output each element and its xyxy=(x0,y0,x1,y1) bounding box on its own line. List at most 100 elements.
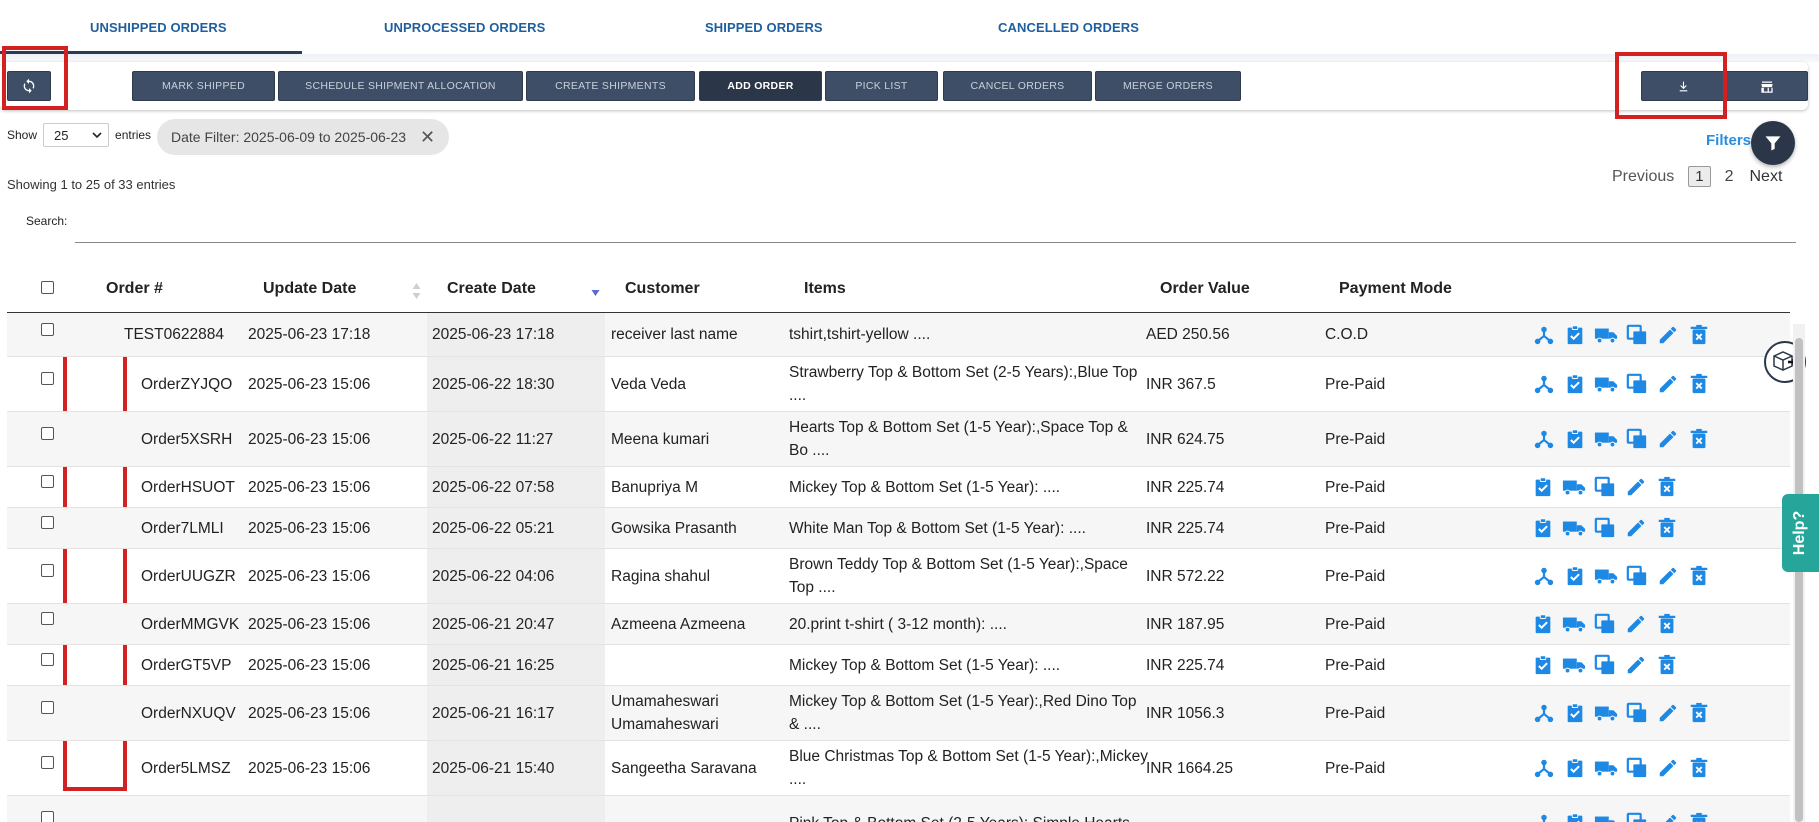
mark-shipped-icon[interactable] xyxy=(1531,653,1555,677)
allocate-icon[interactable] xyxy=(1532,564,1556,588)
page-button-1[interactable]: 1 xyxy=(1688,166,1711,187)
allocate-icon[interactable] xyxy=(1532,372,1556,396)
delete-icon[interactable] xyxy=(1655,516,1679,540)
tab-unprocessed-orders[interactable]: UNPROCESSED ORDERS xyxy=(384,20,545,35)
truck-icon[interactable] xyxy=(1594,427,1618,451)
truck-icon[interactable] xyxy=(1562,475,1586,499)
mark-shipped-icon[interactable] xyxy=(1563,323,1587,347)
row-checkbox[interactable] xyxy=(41,475,54,488)
mark-shipped-icon[interactable] xyxy=(1563,372,1587,396)
next-page-button[interactable]: Next xyxy=(1750,168,1783,186)
mark-shipped-icon[interactable] xyxy=(1563,427,1587,451)
table-row[interactable]: OrderHSUOT 2025-06-23 15:06 2025-06-22 07:… xyxy=(7,467,1790,508)
delete-icon[interactable] xyxy=(1687,564,1711,588)
copy-icon[interactable] xyxy=(1593,653,1617,677)
row-checkbox[interactable] xyxy=(41,427,54,440)
row-checkbox[interactable] xyxy=(41,564,54,577)
delete-icon[interactable] xyxy=(1687,427,1711,451)
edit-icon[interactable] xyxy=(1656,427,1680,451)
edit-icon[interactable] xyxy=(1624,612,1648,636)
allocate-icon[interactable] xyxy=(1532,427,1556,451)
table-row[interactable]: OrderMMGVK 2025-06-23 15:06 2025-06-21 20:… xyxy=(7,604,1790,645)
table-row[interactable]: Order7LMLI 2025-06-23 15:06 2025-06-22 05:… xyxy=(7,508,1790,549)
delete-icon[interactable] xyxy=(1687,811,1711,822)
table-row[interactable]: TEST0622884 2025-06-23 17:18 2025-06-23 17… xyxy=(7,313,1790,357)
copy-icon[interactable] xyxy=(1625,427,1649,451)
edit-icon[interactable] xyxy=(1656,811,1680,822)
download-button[interactable] xyxy=(1641,71,1725,101)
edit-icon[interactable] xyxy=(1656,564,1680,588)
truck-icon[interactable] xyxy=(1594,701,1618,725)
previous-page-button[interactable]: Previous xyxy=(1612,168,1674,186)
mark-shipped-icon[interactable] xyxy=(1563,811,1587,822)
close-icon[interactable]: ✕ xyxy=(420,127,435,148)
delete-icon[interactable] xyxy=(1655,612,1679,636)
scrollbar-thumb[interactable] xyxy=(1795,338,1803,822)
delete-icon[interactable] xyxy=(1687,323,1711,347)
mark-shipped-icon[interactable] xyxy=(1531,516,1555,540)
tab-cancelled-orders[interactable]: CANCELLED ORDERS xyxy=(998,20,1139,35)
truck-icon[interactable] xyxy=(1594,756,1618,780)
column-payment-mode[interactable]: Payment Mode xyxy=(1339,280,1452,298)
truck-icon[interactable] xyxy=(1594,323,1618,347)
mark-shipped-icon[interactable] xyxy=(1563,701,1587,725)
row-checkbox[interactable] xyxy=(41,811,54,822)
edit-icon[interactable] xyxy=(1656,372,1680,396)
truck-icon[interactable] xyxy=(1562,516,1586,540)
filter-button[interactable] xyxy=(1751,121,1795,165)
truck-icon[interactable] xyxy=(1594,564,1618,588)
row-checkbox[interactable] xyxy=(41,653,54,666)
truck-icon[interactable] xyxy=(1594,372,1618,396)
filters-link[interactable]: Filters xyxy=(1706,132,1751,149)
copy-icon[interactable] xyxy=(1625,756,1649,780)
allocate-icon[interactable] xyxy=(1532,323,1556,347)
allocate-icon[interactable] xyxy=(1532,811,1556,822)
merge-orders-button[interactable]: MERGE ORDERS xyxy=(1095,71,1241,101)
column-create-date[interactable]: Create Date xyxy=(447,280,536,298)
table-row[interactable]: OrderGT5VP 2025-06-23 15:06 2025-06-21 16:… xyxy=(7,645,1790,686)
tab-unshipped-orders[interactable]: UNSHIPPED ORDERS xyxy=(90,20,227,35)
delete-icon[interactable] xyxy=(1655,653,1679,677)
add-order-button[interactable]: ADD ORDER xyxy=(699,71,822,101)
row-checkbox[interactable] xyxy=(41,372,54,385)
truck-icon[interactable] xyxy=(1562,653,1586,677)
edit-icon[interactable] xyxy=(1624,475,1648,499)
row-checkbox[interactable] xyxy=(41,612,54,625)
delete-icon[interactable] xyxy=(1687,701,1711,725)
column-update-date[interactable]: Update Date xyxy=(263,280,356,298)
tab-shipped-orders[interactable]: SHIPPED ORDERS xyxy=(705,20,823,35)
select-all-checkbox[interactable] xyxy=(41,281,54,294)
delete-icon[interactable] xyxy=(1687,756,1711,780)
store-button[interactable] xyxy=(1725,71,1808,101)
truck-icon[interactable] xyxy=(1594,811,1618,822)
copy-icon[interactable] xyxy=(1625,372,1649,396)
delete-icon[interactable] xyxy=(1655,475,1679,499)
refresh-button[interactable] xyxy=(7,71,51,101)
mark-shipped-icon[interactable] xyxy=(1563,756,1587,780)
table-row[interactable]: OrderZYJQO 2025-06-23 15:06 2025-06-22 18:… xyxy=(7,357,1790,412)
cancel-orders-button[interactable]: CANCEL ORDERS xyxy=(943,71,1092,101)
row-checkbox[interactable] xyxy=(41,323,54,336)
allocate-icon[interactable] xyxy=(1532,756,1556,780)
copy-icon[interactable] xyxy=(1625,701,1649,725)
edit-icon[interactable] xyxy=(1656,756,1680,780)
mark-shipped-icon[interactable] xyxy=(1531,475,1555,499)
pick-list-button[interactable]: PICK LIST xyxy=(825,71,938,101)
copy-icon[interactable] xyxy=(1625,323,1649,347)
table-row[interactable]: Order5XSRH 2025-06-23 15:06 2025-06-22 11:… xyxy=(7,412,1790,467)
edit-icon[interactable] xyxy=(1656,323,1680,347)
entries-select[interactable]: 25 xyxy=(43,123,110,147)
table-row[interactable]: OrderNXUQV 2025-06-23 15:06 2025-06-21 16:… xyxy=(7,686,1790,741)
edit-icon[interactable] xyxy=(1624,653,1648,677)
copy-icon[interactable] xyxy=(1593,612,1617,636)
edit-icon[interactable] xyxy=(1624,516,1648,540)
mark-shipped-icon[interactable] xyxy=(1531,612,1555,636)
row-checkbox[interactable] xyxy=(41,756,54,769)
page-button-2[interactable]: 2 xyxy=(1725,168,1734,186)
edit-icon[interactable] xyxy=(1656,701,1680,725)
mark-shipped-button[interactable]: MARK SHIPPED xyxy=(132,71,275,101)
copy-icon[interactable] xyxy=(1593,475,1617,499)
delete-icon[interactable] xyxy=(1687,372,1711,396)
table-row[interactable]: Pink Top & Bottom Set (2-5 Years):,Simpl… xyxy=(7,796,1790,822)
mark-shipped-icon[interactable] xyxy=(1563,564,1587,588)
